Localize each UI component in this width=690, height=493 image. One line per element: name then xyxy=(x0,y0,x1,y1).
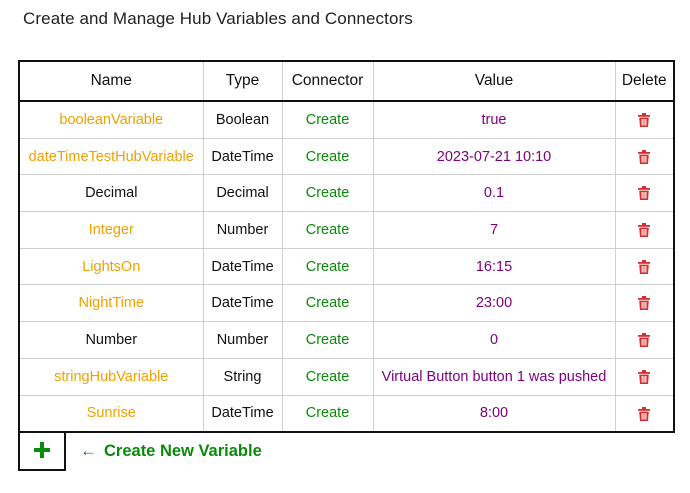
add-variable-button[interactable] xyxy=(18,431,66,471)
trash-icon[interactable] xyxy=(638,149,651,164)
create-connector-link[interactable]: Create xyxy=(281,357,374,396)
arrow-left-icon: ← xyxy=(80,441,97,460)
variable-value[interactable]: 0 xyxy=(372,321,616,359)
trash-icon[interactable] xyxy=(638,113,651,128)
variable-value[interactable]: 8:00 xyxy=(372,394,616,433)
delete-cell xyxy=(614,247,675,286)
variable-value[interactable]: 23:00 xyxy=(372,284,616,323)
table-row: Integer Number Create 7 xyxy=(18,211,675,249)
delete-cell xyxy=(614,211,675,249)
delete-cell xyxy=(614,394,675,433)
column-header-name[interactable]: Name xyxy=(18,60,204,102)
variable-name[interactable]: NightTime xyxy=(18,284,204,323)
create-connector-link[interactable]: Create xyxy=(281,284,374,323)
variable-type: DateTime xyxy=(202,247,283,286)
page-title: Create and Manage Hub Variables and Conn… xyxy=(23,9,413,28)
table-row: NightTime DateTime Create 23:00 xyxy=(18,284,675,323)
column-header-value[interactable]: Value xyxy=(372,60,616,102)
variable-type: String xyxy=(202,357,283,396)
trash-icon[interactable] xyxy=(638,259,651,274)
trash-icon[interactable] xyxy=(638,333,651,348)
trash-icon[interactable] xyxy=(638,296,651,311)
delete-cell xyxy=(614,174,675,213)
variable-value[interactable]: true xyxy=(372,100,616,139)
trash-icon[interactable] xyxy=(638,186,651,201)
create-connector-link[interactable]: Create xyxy=(281,394,374,433)
variable-type: Number xyxy=(202,321,283,359)
create-connector-link[interactable]: Create xyxy=(281,321,374,359)
table-row: Number Number Create 0 xyxy=(18,321,675,359)
table-row: booleanVariable Boolean Create true xyxy=(18,100,675,139)
variable-type: Boolean xyxy=(202,100,283,139)
table-row: Sunrise DateTime Create 8:00 xyxy=(18,394,675,433)
create-new-variable-label: Create New Variable xyxy=(104,441,262,460)
variable-value[interactable]: 0.1 xyxy=(372,174,616,213)
variable-name[interactable]: dateTimeTestHubVariable xyxy=(18,137,204,176)
variable-type: DateTime xyxy=(202,284,283,323)
column-header-type[interactable]: Type xyxy=(202,60,283,102)
trash-icon[interactable] xyxy=(638,406,651,421)
table-row: Decimal Decimal Create 0.1 xyxy=(18,174,675,213)
variable-type: Decimal xyxy=(202,174,283,213)
table-header-row: Name Type Connector Value Delete xyxy=(18,60,675,102)
variable-value[interactable]: 2023-07-21 10:10 xyxy=(372,137,616,176)
column-header-delete: Delete xyxy=(614,60,675,102)
variable-name[interactable]: Integer xyxy=(18,211,204,249)
delete-cell xyxy=(614,284,675,323)
variable-value[interactable]: Virtual Button button 1 was pushed xyxy=(372,357,616,396)
create-connector-link[interactable]: Create xyxy=(281,247,374,286)
table-row: dateTimeTestHubVariable DateTime Create 202… xyxy=(18,137,675,176)
variable-value[interactable]: 7 xyxy=(372,211,616,249)
variable-type: DateTime xyxy=(202,137,283,176)
trash-icon[interactable] xyxy=(638,369,651,384)
column-header-connector[interactable]: Connector xyxy=(281,60,374,102)
create-connector-link[interactable]: Create xyxy=(281,211,374,249)
plus-icon xyxy=(34,442,50,458)
delete-cell xyxy=(614,100,675,139)
hub-variables-table: Name Type Connector Value Delete boolean… xyxy=(18,60,675,434)
delete-cell xyxy=(614,357,675,396)
create-connector-link[interactable]: Create xyxy=(281,137,374,176)
variable-name[interactable]: Number xyxy=(18,321,204,359)
create-connector-link[interactable]: Create xyxy=(281,174,374,213)
table-row: LightsOn DateTime Create 16:15 xyxy=(18,247,675,286)
variable-name[interactable]: LightsOn xyxy=(18,247,204,286)
variable-name[interactable]: booleanVariable xyxy=(18,100,204,139)
variable-value[interactable]: 16:15 xyxy=(372,247,616,286)
create-new-variable-link[interactable]: ← Create New Variable xyxy=(80,441,262,461)
variable-type: DateTime xyxy=(202,394,283,433)
variable-name[interactable]: Decimal xyxy=(18,174,204,213)
delete-cell xyxy=(614,321,675,359)
trash-icon[interactable] xyxy=(638,223,651,238)
variable-type: Number xyxy=(202,211,283,249)
table-row: stringHubVariable String Create Virtual But… xyxy=(18,357,675,396)
variable-name[interactable]: stringHubVariable xyxy=(18,357,204,396)
delete-cell xyxy=(614,137,675,176)
variable-name[interactable]: Sunrise xyxy=(18,394,204,433)
create-connector-link[interactable]: Create xyxy=(281,100,374,139)
